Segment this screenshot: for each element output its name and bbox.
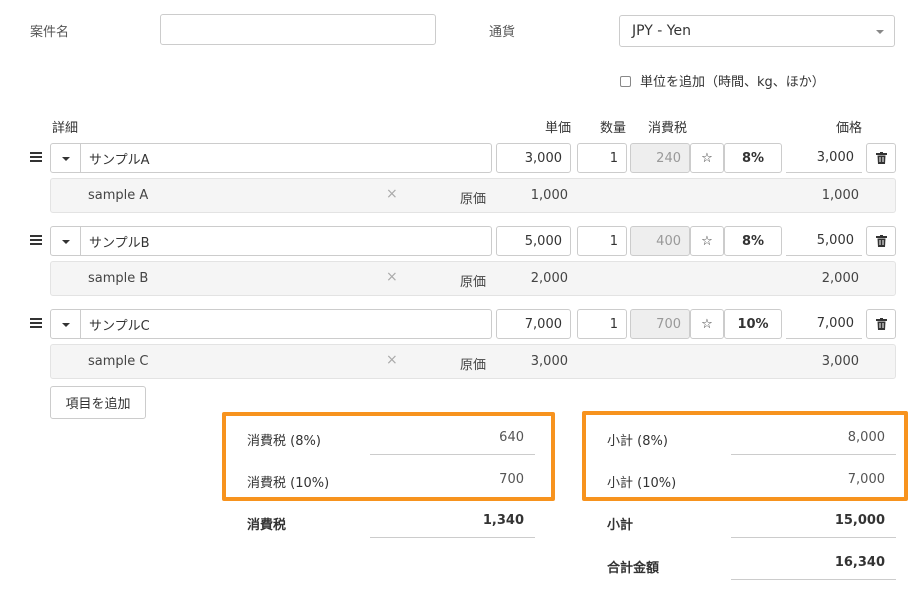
trash-icon xyxy=(875,318,887,330)
cost-price-value: 1,000 xyxy=(821,188,859,203)
currency-select[interactable]: JPY - Yen xyxy=(619,15,895,47)
item-subrow: sample B × 原価 2,000 2,000 xyxy=(50,261,896,296)
caret-down-icon xyxy=(62,323,70,327)
cost-label: 原価 xyxy=(460,275,487,290)
star-icon[interactable]: ☆ xyxy=(690,143,724,173)
add-item-button[interactable]: 項目を追加 xyxy=(50,386,146,419)
item-note-input[interactable]: sample B xyxy=(88,271,148,286)
unit-price-input[interactable]: 3,000 xyxy=(496,143,571,173)
item-dropdown-button[interactable] xyxy=(50,143,81,173)
subtotal-value: 15,000 xyxy=(834,513,885,528)
item-dropdown-button[interactable] xyxy=(50,309,81,339)
unit-price-input[interactable]: 7,000 xyxy=(496,309,571,339)
subtotal-label: 小計 xyxy=(607,518,634,533)
divider xyxy=(370,537,535,538)
tax-rate-button[interactable]: 8% xyxy=(724,226,782,256)
item-name-input[interactable]: サンプルC xyxy=(80,309,492,339)
project-name-label: 案件名 xyxy=(30,25,70,40)
price-field: 7,000 xyxy=(786,309,862,339)
delete-button[interactable] xyxy=(866,226,896,256)
currency-select-value: JPY - Yen xyxy=(632,23,691,39)
drag-handle-icon[interactable] xyxy=(30,235,42,247)
tax-amount-field: 700 xyxy=(630,309,690,339)
highlight-box-tax xyxy=(222,412,555,501)
header-tax: 消費税 xyxy=(648,121,688,136)
drag-handle-icon[interactable] xyxy=(30,318,42,330)
close-icon[interactable]: × xyxy=(386,352,398,368)
tax-amount-field: 240 xyxy=(630,143,690,173)
item-name-input[interactable]: サンプルA xyxy=(80,143,492,173)
tax-total-label: 消費税 xyxy=(247,518,287,533)
qty-input[interactable]: 1 xyxy=(577,226,627,256)
item-subrow: sample C × 原価 3,000 3,000 xyxy=(50,344,896,379)
close-icon[interactable]: × xyxy=(386,186,398,202)
cost-price-value: 3,000 xyxy=(821,354,859,369)
cost-label: 原価 xyxy=(460,192,487,207)
item-dropdown-button[interactable] xyxy=(50,226,81,256)
caret-down-icon xyxy=(62,240,70,244)
currency-label: 通貨 xyxy=(489,25,516,40)
header-qty: 数量 xyxy=(600,121,627,136)
trash-icon xyxy=(875,152,887,164)
cost-input[interactable]: 2,000 xyxy=(491,271,568,286)
header-price: 価格 xyxy=(836,121,863,136)
star-icon[interactable]: ☆ xyxy=(690,226,724,256)
cost-label: 原価 xyxy=(460,358,487,373)
divider xyxy=(731,537,896,538)
star-icon[interactable]: ☆ xyxy=(690,309,724,339)
header-detail: 詳細 xyxy=(52,121,79,136)
price-field: 3,000 xyxy=(786,143,862,173)
header-unit-price: 単価 xyxy=(545,121,572,136)
drag-handle-icon[interactable] xyxy=(30,152,42,164)
unit-checkbox[interactable] xyxy=(620,76,631,87)
unit-checkbox-label: 単位を追加（時間、kg、ほか） xyxy=(640,75,825,90)
unit-price-input[interactable]: 5,000 xyxy=(496,226,571,256)
cost-input[interactable]: 3,000 xyxy=(491,354,568,369)
tax-rate-button[interactable]: 8% xyxy=(724,143,782,173)
price-field: 5,000 xyxy=(786,226,862,256)
item-name-input[interactable]: サンプルB xyxy=(80,226,492,256)
project-name-input[interactable] xyxy=(160,14,436,45)
tax-amount-field: 400 xyxy=(630,226,690,256)
grand-total-value: 16,340 xyxy=(834,555,885,570)
delete-button[interactable] xyxy=(866,309,896,339)
tax-total-value: 1,340 xyxy=(482,513,524,528)
trash-icon xyxy=(875,235,887,247)
qty-input[interactable]: 1 xyxy=(577,309,627,339)
caret-down-icon xyxy=(62,157,70,161)
cost-input[interactable]: 1,000 xyxy=(491,188,568,203)
qty-input[interactable]: 1 xyxy=(577,143,627,173)
tax-rate-button[interactable]: 10% xyxy=(724,309,782,339)
divider xyxy=(731,579,896,580)
item-subrow: sample A × 原価 1,000 1,000 xyxy=(50,178,896,213)
grand-total-label: 合計金額 xyxy=(607,561,660,576)
close-icon[interactable]: × xyxy=(386,269,398,285)
chevron-down-icon xyxy=(876,30,884,34)
cost-price-value: 2,000 xyxy=(821,271,859,286)
delete-button[interactable] xyxy=(866,143,896,173)
highlight-box-subtotal xyxy=(582,411,908,501)
item-note-input[interactable]: sample A xyxy=(88,188,148,203)
item-note-input[interactable]: sample C xyxy=(88,354,148,369)
